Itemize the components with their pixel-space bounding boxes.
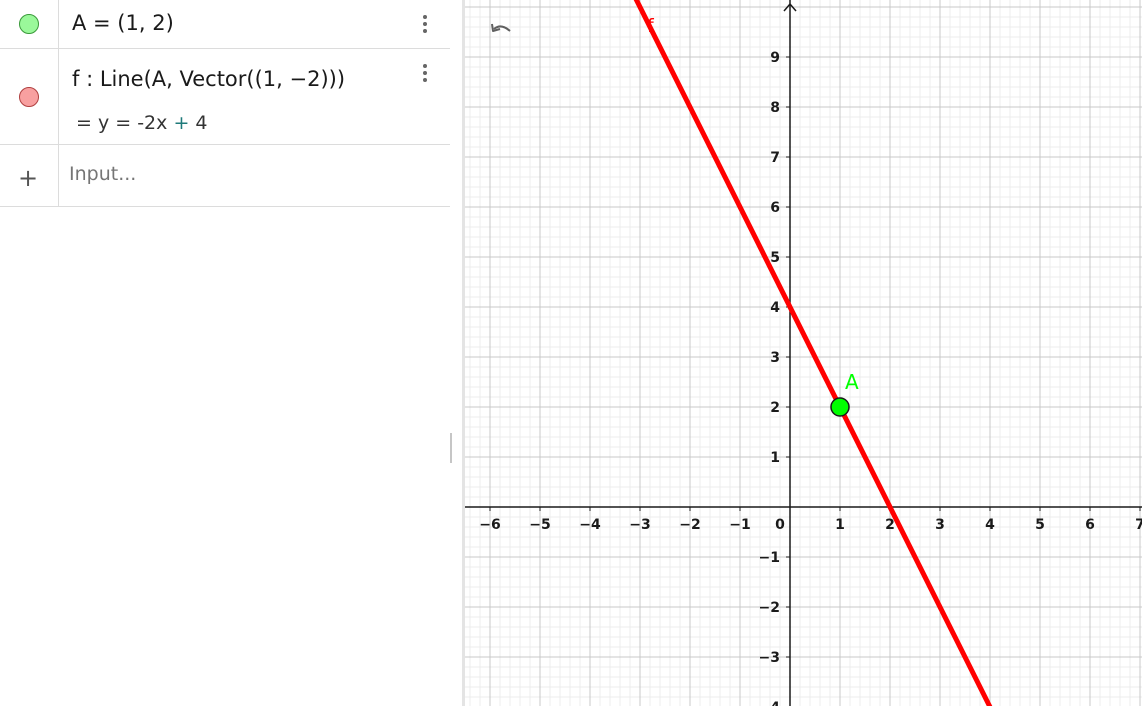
x-tick-label: 7 <box>1135 517 1142 533</box>
line-f-output-equation: = y = -2x <box>76 112 168 134</box>
panel-resize-handle[interactable] <box>450 433 456 463</box>
x-tick-label: 4 <box>985 517 995 533</box>
y-tick-label: −1 <box>759 550 780 566</box>
visibility-toggle-f[interactable] <box>0 49 59 144</box>
x-tick-label: −2 <box>679 517 700 533</box>
y-tick-label: −4 <box>759 700 781 706</box>
undo-button[interactable] <box>485 14 517 46</box>
x-tick-label: 3 <box>935 517 945 533</box>
algebra-view: A = (1, 2) f : Line(A, Vector((1, −2))) … <box>0 0 450 706</box>
graphics-canvas[interactable]: −6−5−4−3−2−101234567 −4−3−2−1123456789 f… <box>465 0 1142 706</box>
y-tick-label: 2 <box>770 400 780 416</box>
y-tick-label: 5 <box>770 250 780 266</box>
point-a <box>830 397 850 417</box>
x-tick-label: −6 <box>479 517 500 533</box>
y-tick-label: 4 <box>770 300 780 316</box>
graphics-view[interactable]: −6−5−4−3−2−101234567 −4−3−2−1123456789 f… <box>465 0 1142 706</box>
line-f-output-operator: + <box>167 112 196 134</box>
x-tick-label: 5 <box>1035 517 1045 533</box>
algebra-input-field[interactable] <box>69 163 429 185</box>
x-tick-label: −1 <box>729 517 750 533</box>
y-tick-label: 1 <box>770 450 780 466</box>
visibility-marble-icon[interactable] <box>19 14 39 34</box>
algebra-input-row[interactable]: + <box>0 145 450 207</box>
algebra-item-line-f[interactable]: f : Line(A, Vector((1, −2))) = y = -2x +… <box>0 49 450 145</box>
point-a-label: A <box>845 370 859 394</box>
visibility-marble-icon[interactable] <box>19 87 39 107</box>
x-tick-label: 0 <box>775 517 785 533</box>
undo-icon <box>491 23 511 32</box>
y-tick-label: 8 <box>770 100 780 116</box>
x-tick-label: −3 <box>629 517 650 533</box>
point-a-definition[interactable]: A = (1, 2) <box>72 11 174 35</box>
input-add-column: + <box>0 145 59 206</box>
visibility-toggle-a[interactable] <box>0 0 59 48</box>
plus-icon: + <box>18 164 39 192</box>
point-a-menu-button[interactable] <box>413 12 437 36</box>
line-f-definition[interactable]: f : Line(A, Vector((1, −2))) <box>72 67 345 91</box>
line-f-menu-button[interactable] <box>413 61 437 85</box>
y-tick-label: 6 <box>770 200 780 216</box>
x-tick-label: −4 <box>579 517 601 533</box>
algebra-item-point-a[interactable]: A = (1, 2) <box>0 0 450 49</box>
line-f-output: = y = -2x + 4 <box>76 112 208 134</box>
line-f-output-constant: 4 <box>195 112 208 134</box>
y-tick-label: −3 <box>759 650 780 666</box>
y-tick-label: −2 <box>759 600 780 616</box>
x-tick-label: 6 <box>1085 517 1095 533</box>
y-tick-label: 7 <box>770 150 780 166</box>
three-dots-vertical-icon <box>423 15 427 19</box>
y-tick-label: 3 <box>770 350 780 366</box>
y-tick-label: 9 <box>770 50 780 66</box>
x-tick-label: 1 <box>835 517 845 533</box>
geogebra-app: A = (1, 2) f : Line(A, Vector((1, −2))) … <box>0 0 1142 706</box>
x-tick-label: −5 <box>529 517 550 533</box>
three-dots-vertical-icon <box>423 64 427 68</box>
